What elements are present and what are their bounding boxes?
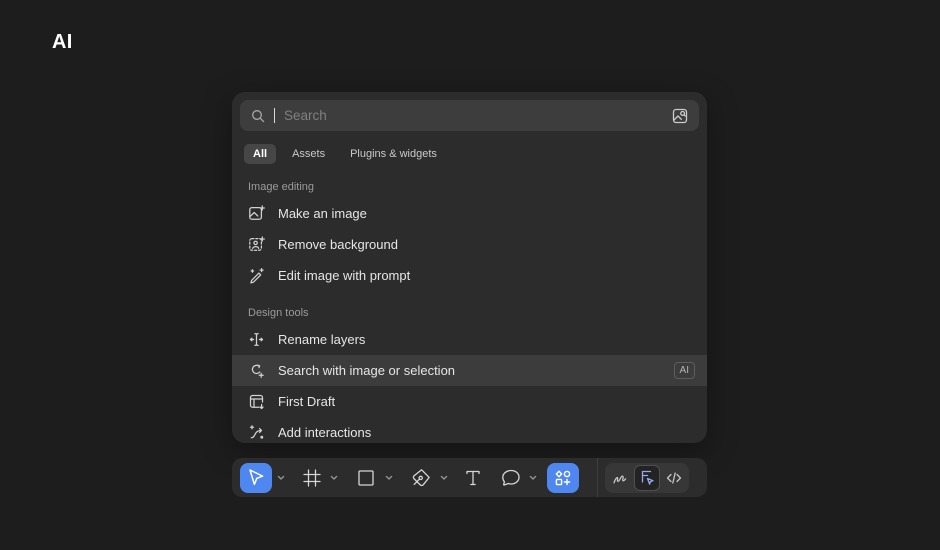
tab-all[interactable]: All bbox=[244, 144, 277, 164]
menu-item-add-interactions[interactable]: Add interactions bbox=[232, 417, 707, 443]
interactions-icon bbox=[248, 424, 265, 441]
menu-item-edit-image-with-prompt[interactable]: Edit image with prompt bbox=[232, 260, 707, 291]
search-icon bbox=[250, 108, 266, 124]
rectangle-tool-chevron-down-icon[interactable] bbox=[385, 475, 393, 481]
move-tool-chevron-down-icon[interactable] bbox=[277, 475, 285, 481]
magic-pen-icon bbox=[248, 267, 265, 284]
text-caret bbox=[274, 108, 275, 123]
menu-item-label: Rename layers bbox=[278, 332, 366, 347]
menu-item-remove-background[interactable]: Remove background bbox=[232, 229, 707, 260]
filter-tabs: All Assets Plugins & widgets bbox=[232, 139, 707, 164]
actions-button[interactable] bbox=[547, 462, 579, 493]
remove-background-icon bbox=[248, 236, 265, 253]
page-title: AI bbox=[52, 31, 73, 53]
rename-layers-icon bbox=[248, 331, 265, 348]
section-title-design-tools: Design tools bbox=[248, 307, 309, 319]
draw-tool-button[interactable] bbox=[607, 465, 633, 491]
search-panel: Search All Assets Plugins & widgets Imag… bbox=[232, 92, 707, 443]
menu-item-label: First Draft bbox=[278, 394, 336, 409]
image-search-icon[interactable] bbox=[671, 107, 689, 125]
menu-item-first-draft[interactable]: First Draft bbox=[232, 386, 707, 417]
pen-tool-chevron-down-icon[interactable] bbox=[440, 475, 448, 481]
tab-assets[interactable]: Assets bbox=[283, 144, 334, 164]
toolbar-divider bbox=[597, 458, 598, 497]
comment-tool-chevron-down-icon[interactable] bbox=[529, 475, 537, 481]
menu-item-label: Add interactions bbox=[278, 425, 372, 440]
menu-item-label: Remove background bbox=[278, 237, 398, 252]
menu-item-label: Edit image with prompt bbox=[278, 268, 411, 283]
frame-tool-chevron-down-icon[interactable] bbox=[330, 475, 338, 481]
rectangle-tool-button[interactable] bbox=[354, 466, 378, 490]
dev-mode-toggle-button[interactable] bbox=[634, 464, 660, 491]
code-view-button[interactable] bbox=[661, 465, 687, 491]
menu-item-label: Search with image or selection bbox=[278, 363, 456, 378]
tab-plugins-widgets[interactable]: Plugins & widgets bbox=[341, 144, 446, 164]
frame-tool-button[interactable] bbox=[300, 466, 324, 490]
search-placeholder: Search bbox=[284, 108, 327, 123]
mode-toggle-group bbox=[605, 462, 689, 493]
ai-badge: AI bbox=[673, 362, 695, 379]
section-title-image-editing: Image editing bbox=[248, 181, 315, 193]
scan-search-icon bbox=[248, 362, 265, 379]
pen-tool-button[interactable] bbox=[409, 466, 433, 490]
first-draft-icon bbox=[248, 393, 265, 410]
design-toolbar bbox=[232, 458, 707, 497]
menu-item-make-an-image[interactable]: Make an image bbox=[232, 198, 707, 229]
search-input[interactable]: Search bbox=[240, 100, 699, 131]
comment-tool-button[interactable] bbox=[499, 466, 523, 490]
menu-item-search-with-image-or-selection[interactable]: Search with image or selection AI bbox=[232, 355, 707, 386]
menu-item-rename-layers[interactable]: Rename layers bbox=[232, 324, 707, 355]
move-tool-button[interactable] bbox=[240, 462, 272, 493]
image-sparkle-icon bbox=[248, 205, 265, 222]
menu-item-label: Make an image bbox=[278, 206, 367, 221]
text-tool-button[interactable] bbox=[461, 466, 485, 490]
